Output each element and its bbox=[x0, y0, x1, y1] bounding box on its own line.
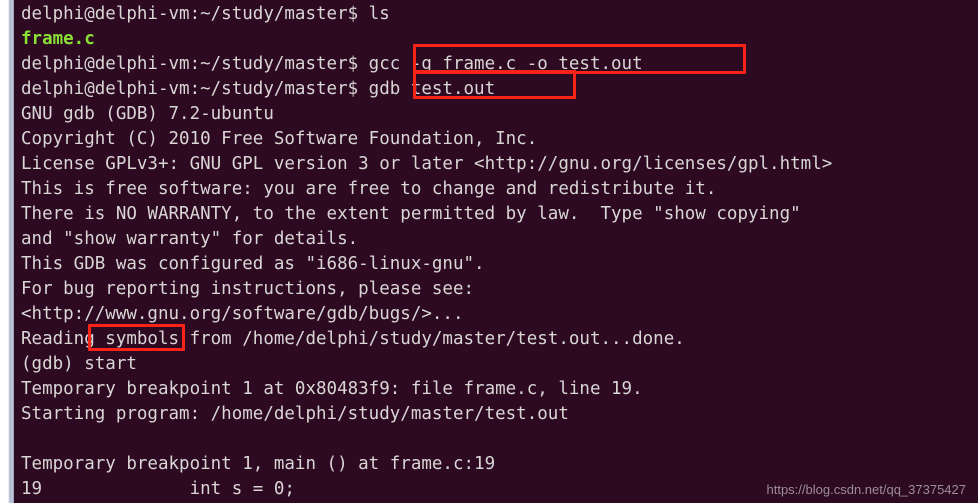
terminal-screenshot: delphi@delphi-vm:~/study/master$ ls frame… bbox=[0, 0, 978, 503]
terminal-line: delphi@delphi-vm:~/study/master$ gcc -g … bbox=[21, 54, 643, 74]
terminal-line: Copyright (C) 2010 Free Software Foundat… bbox=[21, 129, 538, 149]
terminal-line: License GPLv3+: GNU GPL version 3 or lat… bbox=[21, 154, 833, 174]
terminal-line: Temporary breakpoint 1, main () at frame… bbox=[21, 454, 496, 474]
terminal-line: and "show warranty" for details. bbox=[21, 229, 359, 249]
terminal-line: Starting program: /home/delphi/study/mas… bbox=[21, 404, 569, 424]
terminal-line: Temporary breakpoint 1 at 0x80483f9: fil… bbox=[21, 379, 643, 399]
terminal-line: GNU gdb (GDB) 7.2-ubuntu bbox=[21, 104, 274, 124]
terminal-line: <http://www.gnu.org/software/gdb/bugs/>.… bbox=[21, 304, 464, 324]
window-left-margin bbox=[0, 0, 8, 503]
terminal-line: frame.c bbox=[21, 29, 95, 49]
watermark-text: https://blog.csdn.net/qq_37375427 bbox=[766, 482, 967, 497]
terminal-line: This is free software: you are free to c… bbox=[21, 179, 717, 199]
terminal-line: Reading symbols from /home/delphi/study/… bbox=[21, 329, 685, 349]
terminal-line: delphi@delphi-vm:~/study/master$ gdb tes… bbox=[21, 79, 496, 99]
terminal-output-area[interactable]: delphi@delphi-vm:~/study/master$ ls frame… bbox=[14, 0, 978, 503]
terminal-line: There is NO WARRANTY, to the extent perm… bbox=[21, 204, 801, 224]
terminal-line: delphi@delphi-vm:~/study/master$ ls bbox=[21, 4, 390, 24]
terminal-line: (gdb) start bbox=[21, 354, 137, 374]
terminal-line: This GDB was configured as "i686-linux-g… bbox=[21, 254, 485, 274]
terminal-line: For bug reporting instructions, please s… bbox=[21, 279, 475, 299]
